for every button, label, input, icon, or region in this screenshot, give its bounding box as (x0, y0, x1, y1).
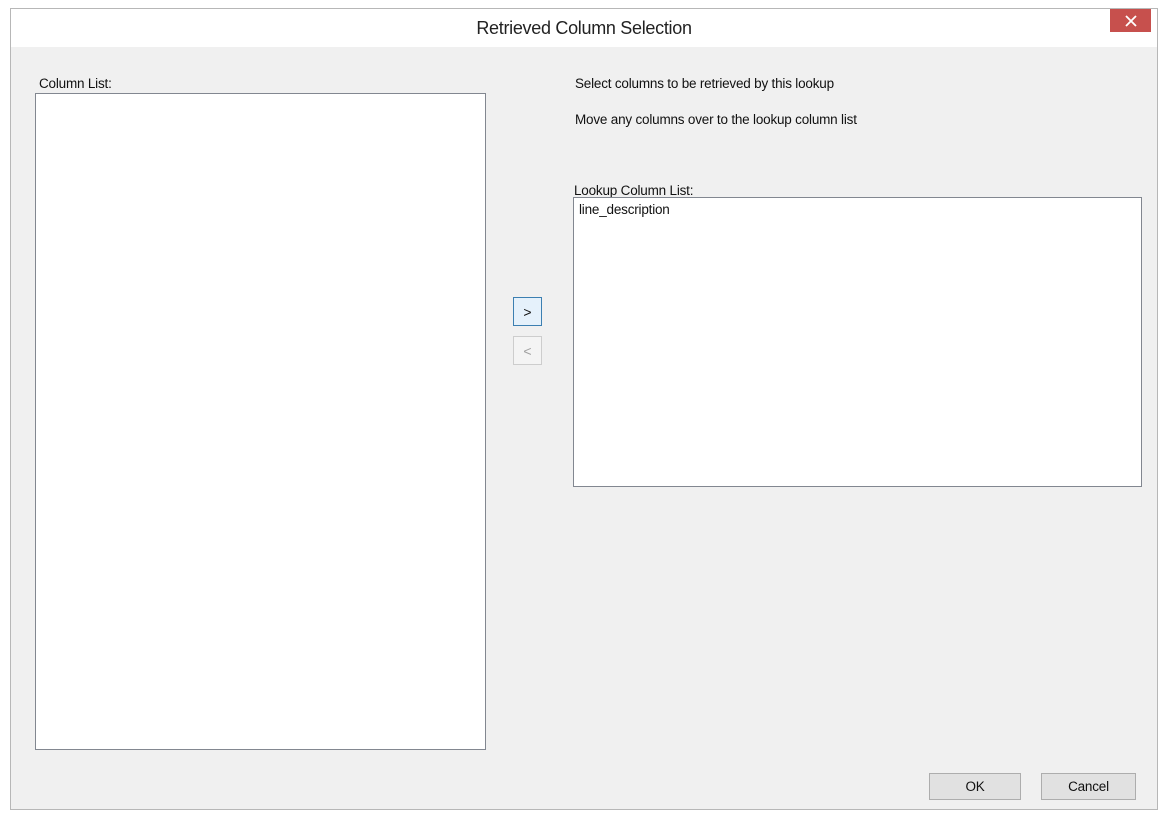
window-title: Retrieved Column Selection (476, 18, 692, 38)
dialog-body: Column List: Select columns to be retrie… (11, 47, 1157, 809)
cancel-button-label: Cancel (1068, 779, 1109, 794)
list-item[interactable]: line_description (574, 198, 1141, 217)
ok-button-label: OK (965, 779, 985, 794)
remove-column-button[interactable]: < (513, 336, 542, 365)
close-icon (1124, 14, 1137, 27)
title-bar: Retrieved Column Selection (11, 9, 1157, 47)
instruction-text-1: Select columns to be retrieved by this l… (575, 76, 834, 91)
column-list-label: Column List: (39, 76, 112, 91)
column-list-box[interactable] (35, 93, 486, 750)
add-column-label: > (523, 303, 532, 320)
add-column-button[interactable]: > (513, 297, 542, 326)
lookup-column-list-label: Lookup Column List: (574, 183, 694, 198)
lookup-column-list-box[interactable]: line_description (573, 197, 1142, 487)
instruction-text-2: Move any columns over to the lookup colu… (575, 112, 857, 127)
dialog-window: Retrieved Column Selection Column List: … (10, 8, 1158, 810)
cancel-button[interactable]: Cancel (1041, 773, 1136, 800)
close-button[interactable] (1110, 9, 1151, 32)
ok-button[interactable]: OK (929, 773, 1021, 800)
remove-column-label: < (523, 342, 532, 359)
